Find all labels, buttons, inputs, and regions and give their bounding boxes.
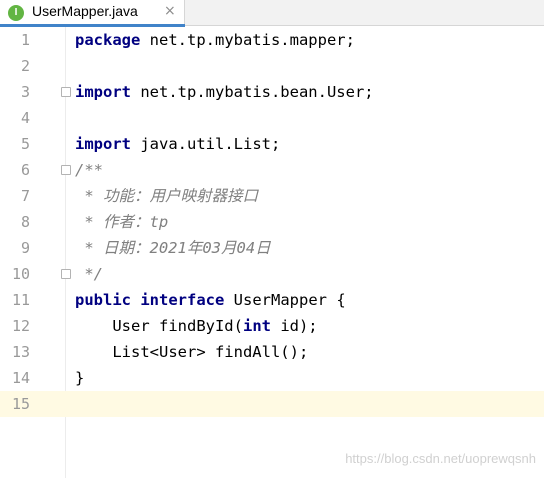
line-number: 5 — [20, 135, 30, 153]
keyword-token: interface — [140, 291, 225, 309]
code-text: /** — [75, 157, 103, 183]
keyword-token: import — [75, 83, 131, 101]
line-number: 9 — [20, 239, 30, 257]
line-number: 7 — [20, 187, 30, 205]
code-line[interactable]: 9 * 日期：2021年03月04日 — [0, 235, 544, 261]
code-token: net.tp.mybatis.bean.User; — [131, 83, 374, 101]
comment-token: * 功能：用户映射器接口 — [75, 187, 258, 205]
code-line[interactable]: 13 List<User> findAll(); — [0, 339, 544, 365]
code-line[interactable]: 8 * 作者：tp — [0, 209, 544, 235]
code-editor[interactable]: 1 package net.tp.mybatis.mapper; 2 3 import … — [0, 27, 544, 478]
code-token: net.tp.mybatis.mapper; — [140, 31, 355, 49]
code-line[interactable]: 11 public interface UserMapper { — [0, 287, 544, 313]
code-line[interactable]: 10 */ — [0, 261, 544, 287]
code-token: id); — [270, 317, 318, 335]
code-text: public interface UserMapper { — [75, 287, 346, 313]
comment-token: * 日期：2021年03月04日 — [75, 239, 271, 257]
editor-tab-bar: I UserMapper.java × — [0, 0, 544, 27]
line-number: 3 — [20, 83, 30, 101]
comment-token: /** — [75, 161, 103, 179]
code-line[interactable]: 4 — [0, 105, 544, 131]
code-text: * 作者：tp — [75, 209, 168, 235]
code-line[interactable]: 7 * 功能：用户映射器接口 — [0, 183, 544, 209]
tab-title: UserMapper.java — [32, 3, 138, 19]
code-text: } — [75, 365, 84, 391]
line-number: 11 — [11, 291, 30, 309]
watermark: https://blog.csdn.net/uoprewqsnh — [345, 451, 536, 466]
code-token: User findById( — [75, 317, 243, 335]
line-number: 13 — [11, 343, 30, 361]
keyword-token: import — [75, 135, 131, 153]
code-text: * 日期：2021年03月04日 — [75, 235, 271, 261]
code-text: package net.tp.mybatis.mapper; — [75, 27, 355, 53]
fold-marker-icon[interactable] — [61, 269, 71, 279]
line-number: 12 — [11, 317, 30, 335]
code-token: List<User> findAll(); — [75, 343, 309, 361]
tab-usermapper-java[interactable]: I UserMapper.java × — [0, 0, 185, 27]
code-line[interactable]: 6 /** — [0, 157, 544, 183]
line-number: 10 — [11, 265, 30, 283]
line-number: 15 — [0, 391, 30, 417]
comment-token: * 作者：tp — [75, 213, 169, 231]
code-text: * 功能：用户映射器接口 — [75, 183, 258, 209]
keyword-token: public — [75, 291, 131, 309]
code-token: UserMapper { — [224, 291, 346, 309]
keyword-token: int — [242, 317, 271, 335]
code-line[interactable]: 12 User findById(int id); — [0, 313, 544, 339]
keyword-token: package — [75, 31, 141, 49]
code-line[interactable]: 3 import net.tp.mybatis.bean.User; — [0, 79, 544, 105]
code-line[interactable]: 14} — [0, 365, 544, 391]
line-number: 8 — [20, 213, 30, 231]
code-text: import net.tp.mybatis.bean.User; — [75, 79, 374, 105]
code-text: */ — [75, 261, 103, 287]
code-token: java.util.List; — [131, 135, 281, 153]
fold-marker-icon[interactable] — [61, 87, 71, 97]
line-number: 2 — [20, 57, 30, 75]
line-number: 1 — [20, 31, 30, 49]
interface-icon: I — [8, 5, 24, 21]
code-text: import java.util.List; — [75, 131, 280, 157]
code-line[interactable]: 1 package net.tp.mybatis.mapper; — [0, 27, 544, 53]
comment-token: */ — [75, 265, 103, 283]
close-icon[interactable]: × — [164, 3, 176, 19]
line-number: 6 — [20, 161, 30, 179]
code-text: List<User> findAll(); — [75, 339, 308, 365]
code-line[interactable]: 2 — [0, 53, 544, 79]
code-text: User findById(int id); — [75, 313, 318, 339]
line-number: 14 — [11, 369, 30, 387]
line-number: 4 — [20, 109, 30, 127]
code-line[interactable]: 15 — [0, 391, 544, 417]
fold-marker-icon[interactable] — [61, 165, 71, 175]
code-line[interactable]: 5 import java.util.List; — [0, 131, 544, 157]
code-token: } — [75, 369, 85, 387]
